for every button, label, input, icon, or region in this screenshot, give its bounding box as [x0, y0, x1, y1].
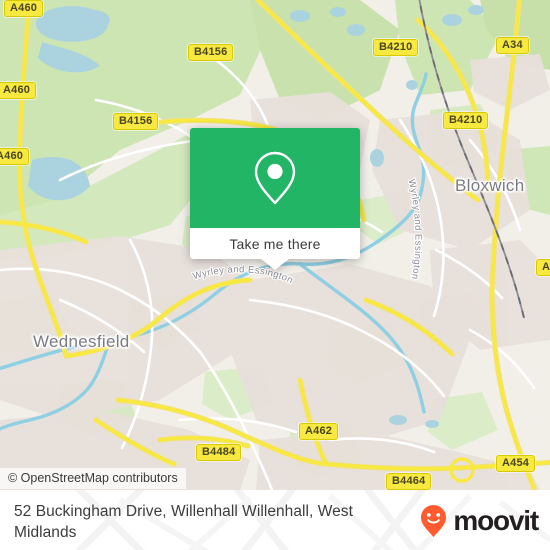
moovit-smiley-pin-icon: [421, 505, 447, 537]
card-pointer-arrow: [261, 259, 289, 270]
osm-attribution[interactable]: © OpenStreetMap contributors: [0, 468, 186, 489]
destination-address: 52 Buckingham Drive, Willenhall Willenha…: [14, 503, 353, 541]
screenshot-root: Wyrley and Essington Canal Wyrley and Es…: [0, 0, 550, 550]
destination-card-footer[interactable]: Take me there: [190, 228, 360, 270]
moovit-logo[interactable]: moovit: [420, 504, 539, 538]
map-viewport[interactable]: Wyrley and Essington Canal Wyrley and Es…: [0, 0, 550, 490]
footer-bar: 52 Buckingham Drive, Willenhall Willenha…: [0, 490, 550, 550]
destination-card-header: [190, 128, 360, 228]
destination-card[interactable]: Take me there: [190, 128, 360, 270]
take-me-there-label: Take me there: [229, 235, 321, 252]
moovit-wordmark: moovit: [453, 505, 539, 536]
map-pin-icon: [254, 151, 296, 205]
